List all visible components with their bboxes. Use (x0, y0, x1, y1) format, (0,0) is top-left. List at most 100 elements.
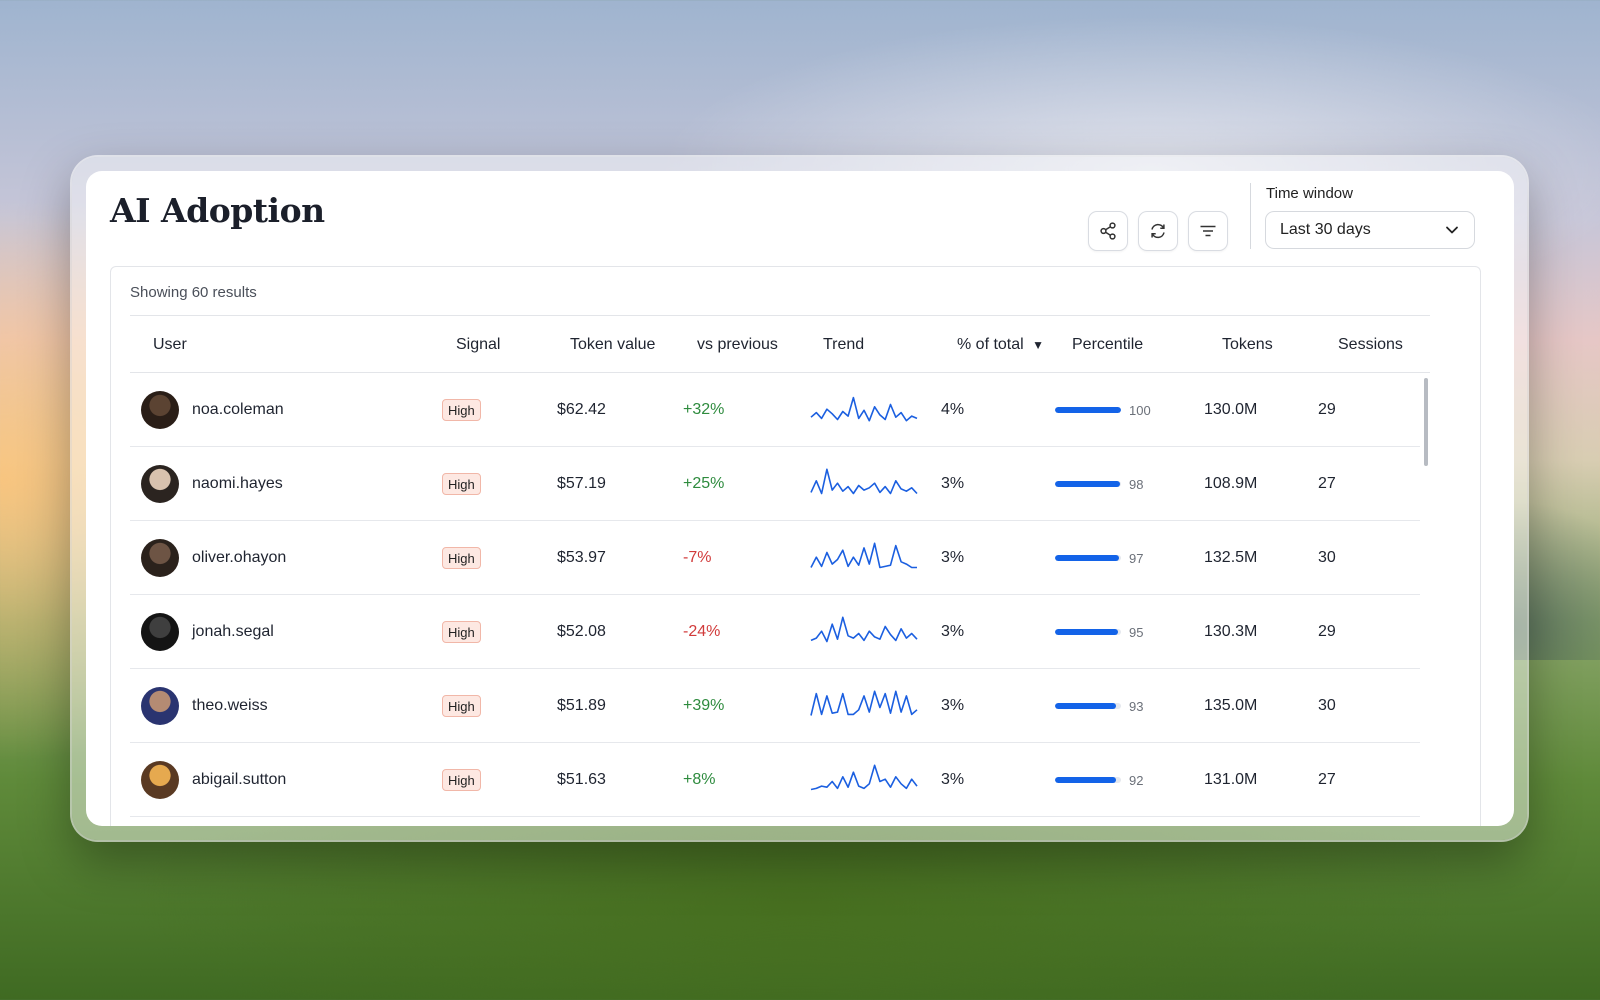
trend-sparkline (810, 690, 918, 716)
divider (130, 315, 1430, 316)
column-header-sessions[interactable]: Sessions (1338, 336, 1403, 354)
tokens: 131.0M (1204, 771, 1258, 788)
avatar (141, 465, 179, 503)
pct-total: 3% (941, 771, 965, 788)
percentile-value: 93 (1129, 698, 1144, 714)
percentile-bar-fill (1055, 555, 1120, 561)
tokens: 132.5M (1204, 549, 1258, 566)
trend-sparkline (810, 396, 918, 422)
token-value: $51.63 (557, 771, 606, 788)
scrollbar-thumb[interactable] (1424, 378, 1428, 466)
user-name[interactable]: noa.coleman (192, 373, 284, 447)
filter-button[interactable] (1188, 211, 1228, 251)
vs-previous: +32% (683, 401, 725, 418)
toolbar-divider (1250, 183, 1251, 249)
signal-badge: High (442, 399, 481, 421)
avatar (141, 391, 179, 429)
table-row[interactable]: noa.coleman High $62.42 +32% 4% 100 130.0M 29 (130, 373, 1420, 447)
sessions: 27 (1318, 771, 1336, 788)
user-name[interactable]: jonah.segal (192, 595, 274, 669)
token-value: $53.97 (557, 549, 606, 566)
column-header-trend[interactable]: Trend (823, 336, 864, 354)
percentile-value: 100 (1129, 402, 1151, 418)
percentile-bar-fill (1055, 481, 1120, 487)
refresh-icon (1151, 223, 1165, 239)
pct-total: 4% (941, 401, 965, 418)
page-title: AI Adoption (110, 191, 325, 230)
sessions: 30 (1318, 549, 1336, 566)
signal-badge: High (442, 621, 481, 643)
column-header-signal[interactable]: Signal (456, 336, 500, 354)
percentile-bar-fill (1055, 407, 1121, 413)
percentile-bar (1055, 777, 1121, 783)
pct-total: 3% (941, 549, 965, 566)
percentile-bar (1055, 703, 1121, 709)
token-value: $51.89 (557, 697, 606, 714)
sessions: 30 (1318, 697, 1336, 714)
results-count: Showing 60 results (130, 284, 257, 301)
percentile-value: 98 (1129, 476, 1144, 492)
sessions: 29 (1318, 623, 1336, 640)
column-header-percentile[interactable]: Percentile (1072, 336, 1143, 354)
user-name[interactable]: theo.weiss (192, 669, 268, 743)
percentile-value: 95 (1129, 624, 1144, 640)
vs-previous: +39% (683, 697, 725, 714)
sessions: 27 (1318, 475, 1336, 492)
column-header-user[interactable]: User (153, 336, 187, 354)
trend-sparkline (810, 542, 917, 569)
column-header-tokens[interactable]: Tokens (1222, 336, 1273, 354)
avatar (141, 613, 179, 651)
signal-badge: High (442, 769, 481, 791)
token-value: $57.19 (557, 475, 606, 492)
avatar (141, 687, 179, 725)
column-header-vs-previous[interactable]: vs previous (697, 336, 778, 354)
percentile-bar-fill (1055, 629, 1118, 635)
percentile-bar (1055, 629, 1121, 635)
refresh-button[interactable] (1138, 211, 1178, 251)
token-value: $52.08 (557, 623, 606, 640)
share-icon (1100, 222, 1116, 240)
signal-badge: High (442, 695, 481, 717)
percentile-bar (1055, 555, 1121, 561)
vs-previous: +25% (683, 475, 725, 492)
tokens: 130.0M (1204, 401, 1258, 418)
tokens: 130.3M (1204, 623, 1258, 640)
tokens: 108.9M (1204, 475, 1258, 492)
column-header-pct-total-label: % of total (957, 336, 1024, 353)
table-row[interactable]: jonah.segal High $52.08 -24% 3% 95 130.3M 29 (130, 595, 1420, 669)
user-name[interactable]: oliver.ohayon (192, 521, 286, 595)
time-window-select[interactable]: Last 30 days (1265, 211, 1475, 249)
table-row[interactable]: abigail.sutton High $51.63 +8% 3% 92 131.0M 27 (130, 743, 1420, 817)
trend-sparkline (810, 764, 918, 791)
vs-previous: -7% (683, 549, 712, 566)
token-value: $62.42 (557, 401, 606, 418)
column-header-token-value[interactable]: Token value (570, 336, 655, 354)
percentile-value: 97 (1129, 550, 1144, 566)
table-row[interactable]: oliver.ohayon High $53.97 -7% 3% 97 132.5M 30 (130, 521, 1420, 595)
percentile-bar-fill (1055, 777, 1116, 783)
signal-badge: High (442, 473, 481, 495)
vs-previous: +8% (683, 771, 716, 788)
signal-badge: High (442, 547, 481, 569)
dashboard-card: AI Adoption Time window Last 30 days Sho… (86, 171, 1514, 826)
percentile-bar (1055, 407, 1121, 413)
table-row[interactable]: naomi.hayes High $57.19 +25% 3% 98 108.9M 27 (130, 447, 1420, 521)
column-header-pct-total[interactable]: % of total ▼ (957, 336, 1044, 354)
sessions: 29 (1318, 401, 1336, 418)
vs-previous: -24% (683, 623, 721, 640)
trend-sparkline (810, 468, 918, 495)
pct-total: 3% (941, 475, 965, 492)
share-button[interactable] (1088, 211, 1128, 251)
user-name[interactable]: naomi.hayes (192, 447, 283, 521)
pct-total: 3% (941, 697, 965, 714)
sort-desc-icon: ▼ (1032, 338, 1045, 352)
time-window-value: Last 30 days (1280, 221, 1371, 238)
user-name[interactable]: abigail.sutton (192, 743, 286, 817)
percentile-value: 92 (1129, 772, 1144, 788)
pct-total: 3% (941, 623, 965, 640)
table-row[interactable]: theo.weiss High $51.89 +39% 3% 93 135.0M 30 (130, 669, 1420, 743)
avatar (141, 539, 179, 577)
time-window-label: Time window (1266, 185, 1353, 202)
percentile-bar-fill (1055, 703, 1117, 709)
avatar (141, 761, 179, 799)
